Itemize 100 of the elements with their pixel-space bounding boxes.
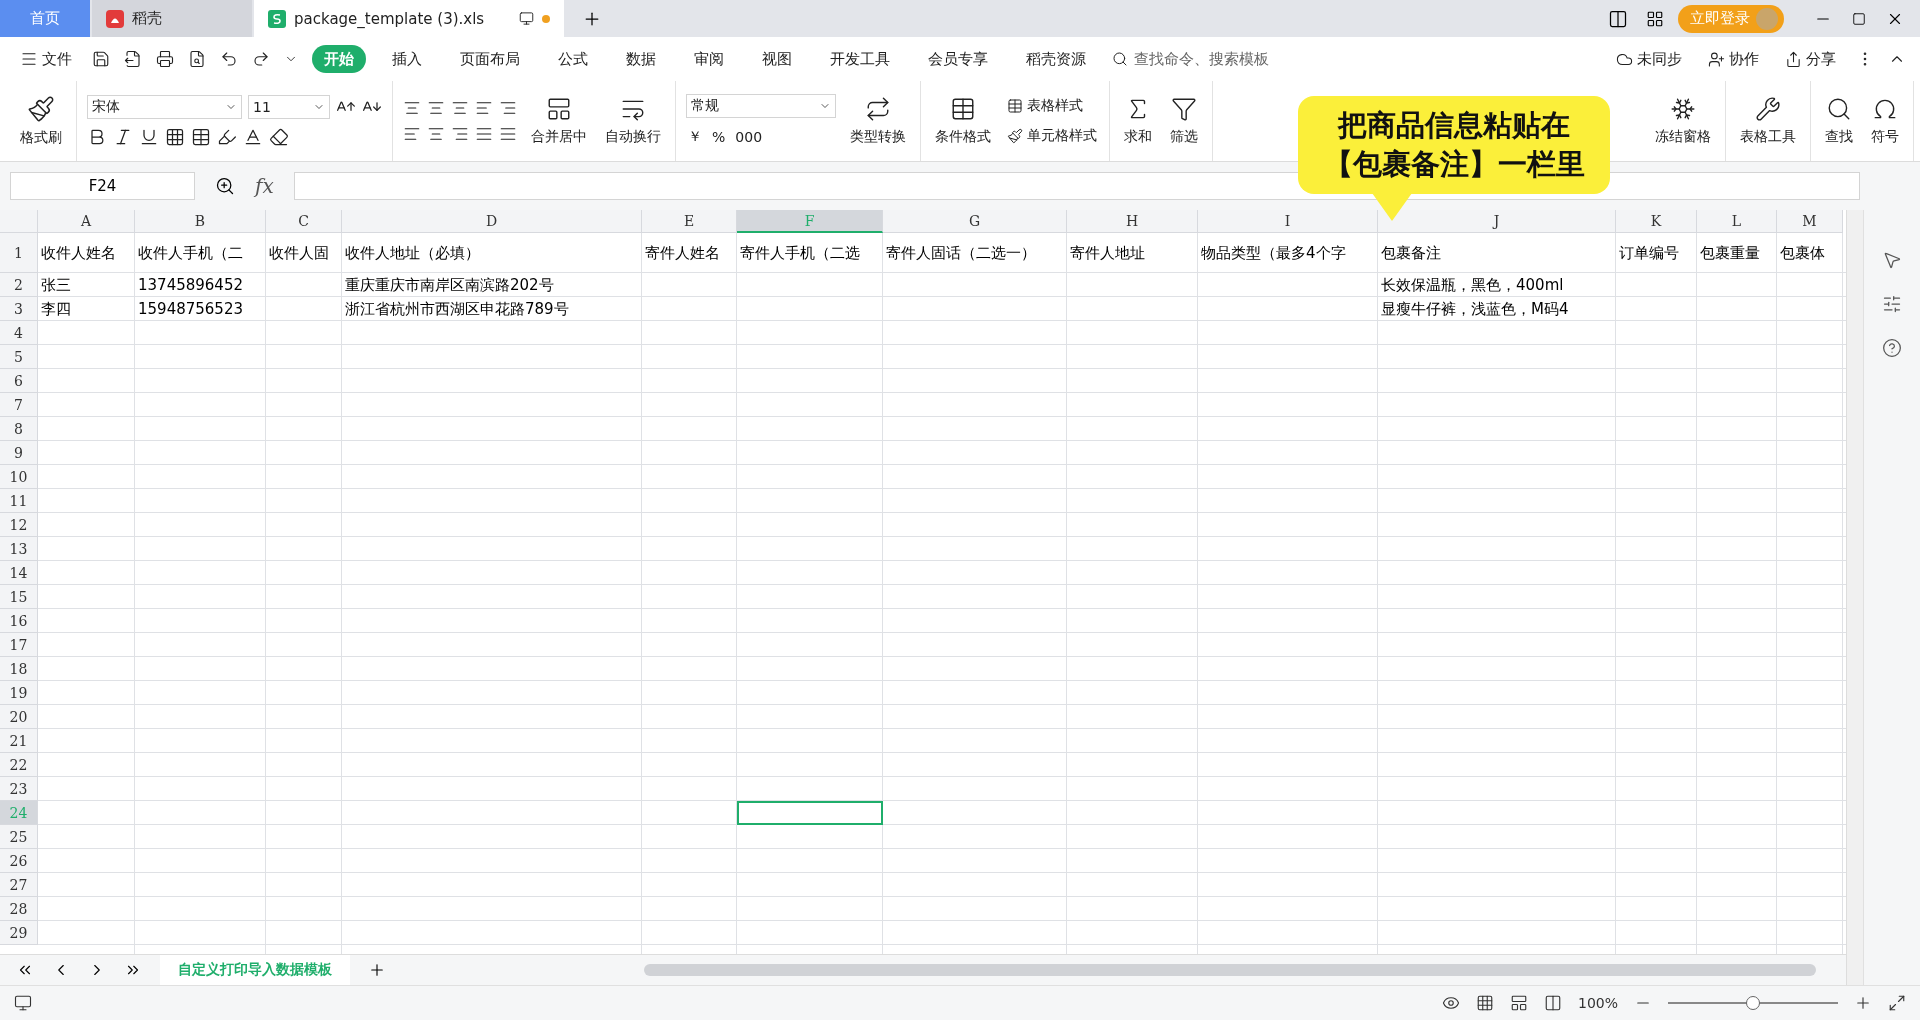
row-header[interactable]: 27 xyxy=(0,873,38,897)
row-header[interactable]: 28 xyxy=(0,897,38,921)
column-header[interactable]: L xyxy=(1697,210,1777,233)
eye-protection-icon[interactable] xyxy=(1441,994,1460,1012)
undo-icon[interactable] xyxy=(220,50,238,68)
freeze-panes-button[interactable]: 冻结窗格 xyxy=(1651,92,1715,150)
cell-style-button[interactable]: 单元格样式 xyxy=(1005,125,1099,147)
column-header[interactable]: A xyxy=(38,210,135,233)
column-header[interactable]: G xyxy=(883,210,1067,233)
toolbar-action[interactable]: 未同步 xyxy=(1610,48,1688,70)
column-header[interactable]: C xyxy=(266,210,342,233)
increase-indent-icon[interactable] xyxy=(499,99,517,117)
toolbar-action[interactable]: 分享 xyxy=(1779,48,1842,70)
zoom-slider-thumb[interactable] xyxy=(1746,996,1760,1010)
row-header[interactable]: 26 xyxy=(0,849,38,873)
merge-center-button[interactable]: 合并居中 xyxy=(527,92,591,150)
column-header[interactable]: E xyxy=(642,210,737,233)
column-header[interactable]: J xyxy=(1378,210,1616,233)
row-header[interactable]: 13 xyxy=(0,537,38,561)
font-color-icon[interactable] xyxy=(243,127,263,147)
row-header[interactable]: 17 xyxy=(0,633,38,657)
toolbar-action[interactable]: 协作 xyxy=(1702,48,1765,70)
currency-button[interactable]: ￥ xyxy=(686,126,704,148)
find-button[interactable]: 查找 xyxy=(1821,92,1857,150)
underline-icon[interactable] xyxy=(139,127,159,147)
row-header[interactable]: 29 xyxy=(0,921,38,945)
row-header[interactable]: 16 xyxy=(0,609,38,633)
row-header[interactable]: 8 xyxy=(0,417,38,441)
row-header[interactable]: 7 xyxy=(0,393,38,417)
align-left-icon[interactable] xyxy=(403,125,421,143)
row-header[interactable]: 14 xyxy=(0,561,38,585)
row-header[interactable]: 25 xyxy=(0,825,38,849)
cell-type-icon[interactable] xyxy=(191,127,211,147)
ribbon-tab[interactable]: 数据 xyxy=(614,45,668,73)
row-header[interactable]: 18 xyxy=(0,657,38,681)
name-box[interactable]: F24 xyxy=(10,172,195,200)
column-header[interactable]: B xyxy=(135,210,266,233)
tablet-mode-icon[interactable] xyxy=(1608,8,1628,29)
align-center-icon[interactable] xyxy=(427,125,445,143)
page-layout-icon[interactable] xyxy=(1509,994,1528,1012)
redo-icon[interactable] xyxy=(252,50,270,68)
file-menu[interactable]: 文件 xyxy=(14,48,78,70)
font-size-select[interactable]: 11 xyxy=(248,95,330,119)
type-convert-button[interactable]: 类型转换 xyxy=(846,92,910,150)
row-header[interactable]: 9 xyxy=(0,441,38,465)
zoom-icon[interactable] xyxy=(215,176,235,196)
settings-icon[interactable] xyxy=(1882,294,1902,314)
sum-button[interactable]: 求和 xyxy=(1120,92,1156,150)
normal-view-icon[interactable] xyxy=(1475,994,1494,1012)
thousands-button[interactable]: 000 xyxy=(733,127,765,147)
row-header[interactable]: 22 xyxy=(0,753,38,777)
ribbon-tab[interactable]: 稻壳资源 xyxy=(1014,45,1098,73)
ribbon-tab[interactable]: 视图 xyxy=(750,45,804,73)
decrease-indent-icon[interactable] xyxy=(475,99,493,117)
number-format-select[interactable]: 常规 xyxy=(686,94,836,118)
command-search-field[interactable]: 查找命令、搜索模板 xyxy=(1132,49,1286,69)
ribbon-tab[interactable]: 公式 xyxy=(546,45,600,73)
align-top-icon[interactable] xyxy=(403,99,421,117)
row-header[interactable]: 21 xyxy=(0,729,38,753)
row-header[interactable]: 19 xyxy=(0,681,38,705)
align-middle-icon[interactable] xyxy=(427,99,445,117)
row-header[interactable]: 20 xyxy=(0,705,38,729)
filter-button[interactable]: 筛选 xyxy=(1166,92,1202,150)
zoom-level-text[interactable]: 100% xyxy=(1577,995,1618,1011)
table-tools-button[interactable]: 表格工具 xyxy=(1736,92,1800,150)
row-header[interactable]: 3 xyxy=(0,297,38,321)
fullscreen-icon[interactable] xyxy=(1888,994,1906,1012)
column-header[interactable]: K xyxy=(1616,210,1697,233)
restore-icon[interactable] xyxy=(1852,11,1866,26)
conditional-format-button[interactable]: 条件格式 xyxy=(931,92,995,150)
percent-button[interactable]: % xyxy=(710,127,728,147)
borders-icon[interactable] xyxy=(165,127,185,147)
symbol-button[interactable]: 符号 xyxy=(1867,92,1903,150)
print-icon[interactable] xyxy=(156,50,174,68)
ribbon-tab[interactable]: 插入 xyxy=(380,45,434,73)
document-tab[interactable]: 稻壳 xyxy=(92,0,252,37)
row-header[interactable]: 6 xyxy=(0,369,38,393)
ribbon-tab[interactable]: 审阅 xyxy=(682,45,736,73)
column-header[interactable]: M xyxy=(1777,210,1843,233)
row-header[interactable]: 1 xyxy=(0,233,38,273)
format-painter-button[interactable]: 格式刷 xyxy=(16,91,66,151)
horizontal-scrollbar[interactable] xyxy=(644,964,1816,976)
row-header[interactable]: 2 xyxy=(0,273,38,297)
align-right-icon[interactable] xyxy=(451,125,469,143)
row-header[interactable]: 5 xyxy=(0,345,38,369)
column-header[interactable]: I xyxy=(1198,210,1378,233)
document-tab[interactable]: package_template (3).xls xyxy=(254,0,564,37)
justify-icon[interactable] xyxy=(475,125,493,143)
add-sheet-icon[interactable] xyxy=(368,961,386,979)
row-header[interactable]: 11 xyxy=(0,489,38,513)
column-header[interactable]: D xyxy=(342,210,642,233)
row-header[interactable]: 4 xyxy=(0,321,38,345)
row-header[interactable]: 10 xyxy=(0,465,38,489)
ribbon-tab[interactable]: 会员专享 xyxy=(916,45,1000,73)
table-style-button[interactable]: 表格样式 xyxy=(1005,95,1099,117)
eraser-icon[interactable] xyxy=(269,127,289,147)
apps-grid-icon[interactable] xyxy=(1646,9,1664,28)
zoom-in-icon[interactable] xyxy=(1854,994,1872,1012)
wrap-text-button[interactable]: 自动换行 xyxy=(601,92,665,150)
ribbon-tab[interactable]: 开发工具 xyxy=(818,45,902,73)
